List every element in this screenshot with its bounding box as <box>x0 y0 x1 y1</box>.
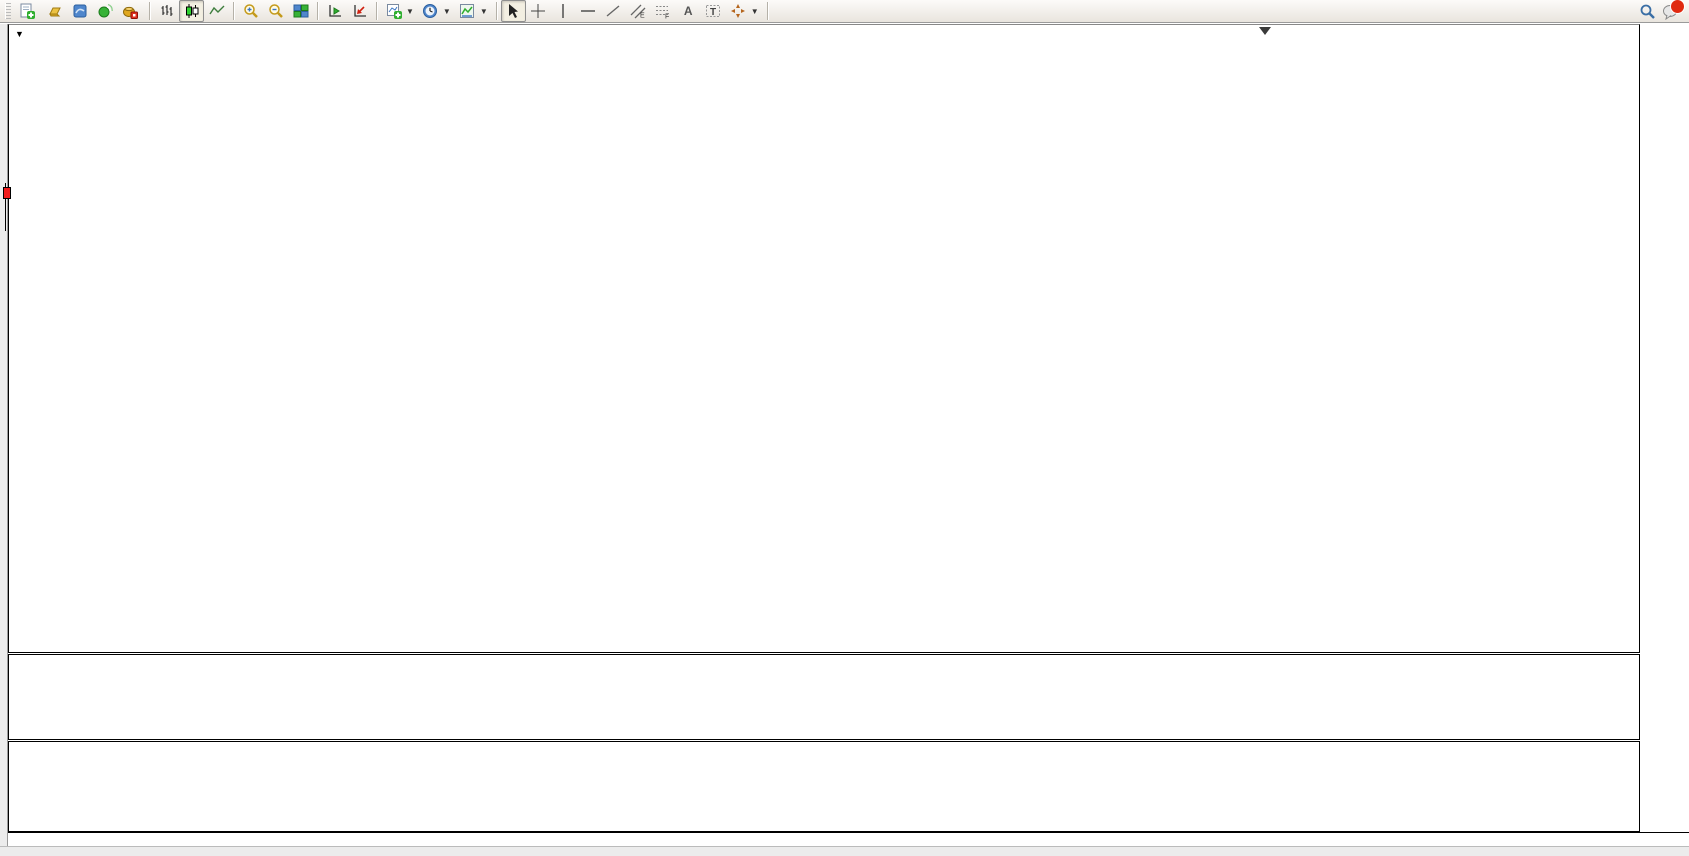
arrows-icon <box>730 3 747 20</box>
line-chart-type-button[interactable] <box>204 0 229 22</box>
notification-count-badge <box>1670 0 1685 14</box>
signal-icon <box>96 3 113 20</box>
new-order-icon <box>18 3 35 20</box>
chart-shift-icon <box>326 3 343 20</box>
zoom-in-icon <box>242 3 259 20</box>
new-chart-dropdown-caret: ▼ <box>406 7 414 16</box>
market-button[interactable] <box>42 0 67 22</box>
new-chart-icon <box>385 3 402 20</box>
partial-candle-body <box>3 187 11 199</box>
svg-text:F: F <box>665 14 669 20</box>
arrows-tool-button[interactable]: ▼ <box>726 0 763 22</box>
vertical-line-icon <box>555 3 572 20</box>
macd-panel[interactable] <box>8 654 1640 740</box>
autotrading-icon <box>121 3 138 20</box>
indicators-icon <box>459 3 476 20</box>
equidistant-channel-icon: E <box>630 3 647 20</box>
codebase-button[interactable] <box>67 0 92 22</box>
autotrading-button[interactable] <box>117 0 145 22</box>
fibonacci-icon: F <box>655 3 672 20</box>
clock-icon <box>422 3 439 20</box>
signals-button[interactable] <box>92 0 117 22</box>
periods-button[interactable]: ▼ <box>418 0 455 22</box>
arrows-dropdown-caret: ▼ <box>751 7 759 16</box>
zoom-in-button[interactable] <box>238 0 263 22</box>
search-icon[interactable] <box>1639 3 1656 20</box>
fibonacci-tool-button[interactable]: F <box>651 0 676 22</box>
line-chart-icon <box>208 3 225 20</box>
chart-menu-triangle-icon[interactable]: ▼ <box>15 29 24 39</box>
new-order-button[interactable] <box>14 0 42 22</box>
bar-chart-type-button[interactable] <box>154 0 179 22</box>
cursor-tool-button[interactable] <box>501 0 526 22</box>
text-label-icon: T <box>705 3 722 20</box>
cursor-icon <box>505 3 522 20</box>
tile-windows-icon <box>292 3 309 20</box>
text-tool-button[interactable]: A <box>676 0 701 22</box>
text-icon: A <box>680 3 697 20</box>
candlestick-chart-type-button[interactable] <box>179 0 204 22</box>
rsi-panel[interactable] <box>8 741 1640 832</box>
chart-shift-button[interactable] <box>322 0 347 22</box>
svg-text:E: E <box>640 13 645 20</box>
auto-scroll-icon <box>351 3 368 20</box>
blue-document-icon <box>71 3 88 20</box>
gold-bar-icon <box>46 3 63 20</box>
trendline-tool-button[interactable] <box>601 0 626 22</box>
text-label-tool-button[interactable]: T <box>701 0 726 22</box>
new-chart-button[interactable]: ▼ <box>381 0 418 22</box>
time-axis[interactable] <box>8 832 1689 847</box>
crosshair-tool-button[interactable] <box>526 0 551 22</box>
mt4-terminal-window: ▼ ▼ ▼ <box>0 0 1689 856</box>
auto-scroll-button[interactable] <box>347 0 372 22</box>
horizontal-line-icon <box>580 3 597 20</box>
bar-chart-icon <box>158 3 175 20</box>
zoom-out-icon <box>267 3 284 20</box>
crosshair-icon <box>530 3 547 20</box>
tile-windows-button[interactable] <box>288 0 313 22</box>
trendline-icon <box>605 3 622 20</box>
toolbar: ▼ ▼ ▼ <box>0 0 1689 23</box>
status-strip <box>0 846 1689 856</box>
indicators-dropdown-caret: ▼ <box>480 7 488 16</box>
price-chart-panel[interactable]: ▼ <box>8 24 1640 653</box>
candlestick-icon <box>183 3 200 20</box>
window-left-edge <box>0 24 8 856</box>
price-axis[interactable] <box>1640 24 1689 832</box>
channel-tool-button[interactable]: E <box>626 0 651 22</box>
vertical-line-tool-button[interactable] <box>551 0 576 22</box>
zoom-out-button[interactable] <box>263 0 288 22</box>
periods-dropdown-caret: ▼ <box>443 7 451 16</box>
svg-text:T: T <box>710 7 716 18</box>
horizontal-line-tool-button[interactable] <box>576 0 601 22</box>
chart-shift-marker[interactable] <box>1259 27 1271 35</box>
chart-title: ▼ <box>15 29 36 39</box>
notifications-icon[interactable] <box>1662 3 1679 20</box>
indicators-button[interactable]: ▼ <box>455 0 492 22</box>
toolbar-grip[interactable] <box>5 3 11 19</box>
